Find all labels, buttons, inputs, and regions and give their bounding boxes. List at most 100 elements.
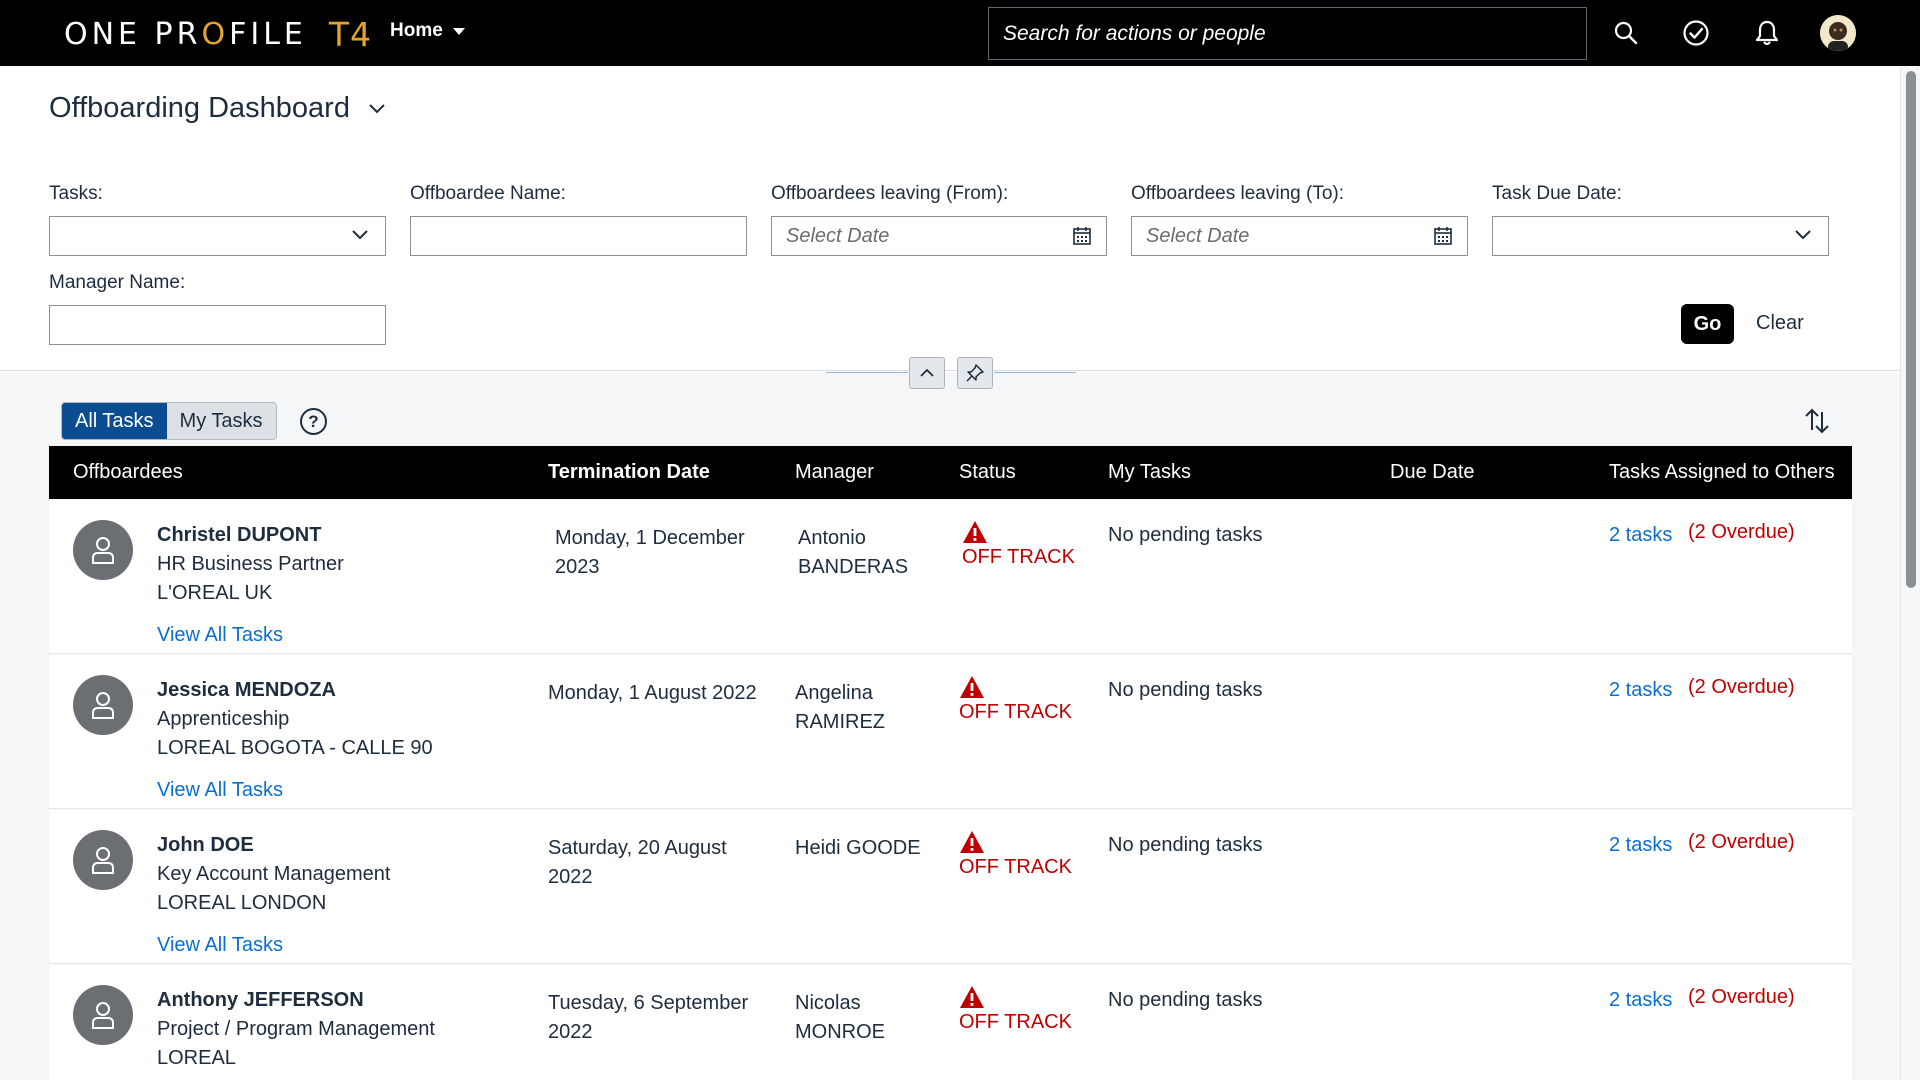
pin-header-button[interactable] [957, 357, 993, 389]
manager-line1: Antonio [798, 527, 866, 549]
col-manager[interactable]: Manager [795, 461, 874, 484]
scrollbar-thumb[interactable] [1906, 71, 1916, 588]
offboardee-org: LOREAL LONDON [157, 892, 327, 914]
offboardee-name-input[interactable] [410, 216, 747, 256]
offboardee-name: John DOE [157, 834, 254, 856]
manager-line2: RAMIREZ [795, 711, 885, 733]
leaving-from-datepicker[interactable]: Select Date [771, 216, 1107, 256]
overdue-count: (2 Overdue) [1688, 676, 1795, 698]
logo-text-1: ONE PR [64, 16, 202, 52]
col-tasks-assigned[interactable]: Tasks Assigned to Others [1609, 461, 1835, 484]
person-placeholder-icon [73, 675, 133, 735]
overdue-count: (2 Overdue) [1688, 831, 1795, 853]
termination-date-line1: Tuesday, 6 September [548, 992, 749, 1014]
status-text: OFF TRACK [959, 1011, 1072, 1033]
home-menu-button[interactable]: Home [390, 20, 465, 42]
tasks-assigned-link[interactable]: 2 tasks [1609, 679, 1672, 702]
overdue-count: (2 Overdue) [1688, 986, 1795, 1008]
one-profile-logo[interactable]: ONE PR O FILE T4 [64, 14, 373, 54]
caret-down-icon [452, 27, 465, 35]
chevron-down-icon [1795, 230, 1811, 240]
warning-icon [960, 986, 984, 1008]
sort-icon[interactable] [1802, 406, 1832, 436]
home-label: Home [390, 20, 443, 41]
warning-icon [963, 521, 987, 543]
col-offboardees[interactable]: Offboardees [73, 461, 183, 484]
manager-name: Antonio BANDERAS [798, 524, 938, 582]
task-scope-toggle: All Tasks My Tasks [61, 402, 277, 440]
check-circle-icon[interactable] [1681, 18, 1711, 48]
offboardee-org: L'OREAL UK [157, 582, 273, 604]
page-scrollbar[interactable] [1900, 66, 1920, 1080]
col-status[interactable]: Status [959, 461, 1016, 484]
status-text: OFF TRACK [962, 546, 1075, 568]
tasks-assigned-link[interactable]: 2 tasks [1609, 834, 1672, 857]
leaving-from-label: Offboardees leaving (From): [771, 183, 1009, 204]
pin-icon [966, 364, 984, 382]
termination-date: Monday, 1 December 2023 [555, 524, 790, 582]
status-cell: OFF TRACK [959, 675, 1072, 724]
chevron-down-icon [352, 230, 368, 240]
col-termination-date[interactable]: Termination Date [548, 461, 710, 484]
collapse-header-button[interactable] [909, 357, 945, 389]
offboardee-title: HR Business Partner [157, 553, 344, 575]
manager-name-input[interactable] [49, 305, 386, 345]
offboardee-title: Apprenticeship [157, 708, 290, 730]
warning-icon [960, 831, 984, 853]
logo-text-o: O [201, 16, 230, 52]
shell-bar: ONE PR O FILE T4 Home Search for actions o… [0, 0, 1920, 66]
manager-name: Nicolas MONROE [795, 989, 935, 1047]
logo-t4: T4 [328, 14, 373, 54]
leaving-to-placeholder: Select Date [1146, 224, 1250, 247]
table-row[interactable]: Anthony JEFFERSON Project / Program Mana… [49, 965, 1852, 1080]
manager-line1: Heidi GOODE [795, 837, 921, 859]
help-icon[interactable]: ? [300, 408, 327, 435]
person-placeholder-icon [73, 520, 133, 580]
tasks-assigned-link[interactable]: 2 tasks [1609, 524, 1672, 547]
tasks-assigned-link[interactable]: 2 tasks [1609, 989, 1672, 1012]
tasks-label: Tasks: [49, 183, 103, 204]
offboardee-org: LOREAL [157, 1047, 236, 1069]
status-cell: OFF TRACK [959, 830, 1072, 879]
view-all-tasks-link[interactable]: View All Tasks [157, 624, 283, 647]
table-row[interactable]: Christel DUPONT HR Business Partner L'OR… [49, 500, 1852, 654]
table-row[interactable]: John DOE Key Account Management LOREAL L… [49, 810, 1852, 964]
termination-date-line2: 2022 [548, 1021, 593, 1043]
table-row[interactable]: Jessica MENDOZA Apprenticeship LOREAL BO… [49, 655, 1852, 809]
bell-icon[interactable] [1752, 18, 1782, 48]
clear-button[interactable]: Clear [1756, 312, 1804, 335]
task-due-date-select[interactable] [1492, 216, 1829, 256]
go-button[interactable]: Go [1681, 304, 1734, 344]
manager-name: Heidi GOODE [795, 834, 935, 863]
manager-line1: Angelina [795, 682, 873, 704]
person-placeholder-icon [73, 830, 133, 890]
offboardee-title: Key Account Management [157, 863, 391, 885]
search-icon[interactable] [1611, 18, 1641, 48]
page-title: Offboarding Dashboard [49, 92, 350, 124]
table-header: Offboardees Termination Date Manager Sta… [49, 446, 1852, 499]
leaving-to-label: Offboardees leaving (To): [1131, 183, 1344, 204]
logo-text-2: FILE [229, 16, 307, 52]
all-tasks-tab[interactable]: All Tasks [62, 403, 167, 439]
task-due-date-label: Task Due Date: [1492, 183, 1622, 204]
page-title-variant-selector[interactable]: Offboarding Dashboard [49, 92, 386, 125]
global-search-input[interactable]: Search for actions or people [988, 7, 1587, 60]
status-cell: OFF TRACK [959, 985, 1072, 1034]
my-tasks-cell: No pending tasks [1108, 834, 1263, 856]
offboardee-name: Anthony JEFFERSON [157, 989, 364, 1011]
calendar-icon[interactable] [1433, 226, 1453, 246]
termination-date-line2: 2022 [548, 866, 593, 888]
user-avatar[interactable] [1820, 15, 1856, 51]
tasks-select[interactable] [49, 216, 386, 256]
calendar-icon[interactable] [1072, 226, 1092, 246]
col-due-date[interactable]: Due Date [1390, 461, 1475, 484]
offboardee-title: Project / Program Management [157, 1018, 435, 1040]
my-tasks-cell: No pending tasks [1108, 679, 1263, 701]
my-tasks-tab[interactable]: My Tasks [166, 403, 276, 439]
leaving-to-datepicker[interactable]: Select Date [1131, 216, 1468, 256]
offboardee-name: Christel DUPONT [157, 524, 322, 546]
view-all-tasks-link[interactable]: View All Tasks [157, 934, 283, 957]
view-all-tasks-link[interactable]: View All Tasks [157, 779, 283, 802]
termination-date-line1: Saturday, 20 August [548, 837, 727, 859]
col-my-tasks[interactable]: My Tasks [1108, 461, 1191, 484]
